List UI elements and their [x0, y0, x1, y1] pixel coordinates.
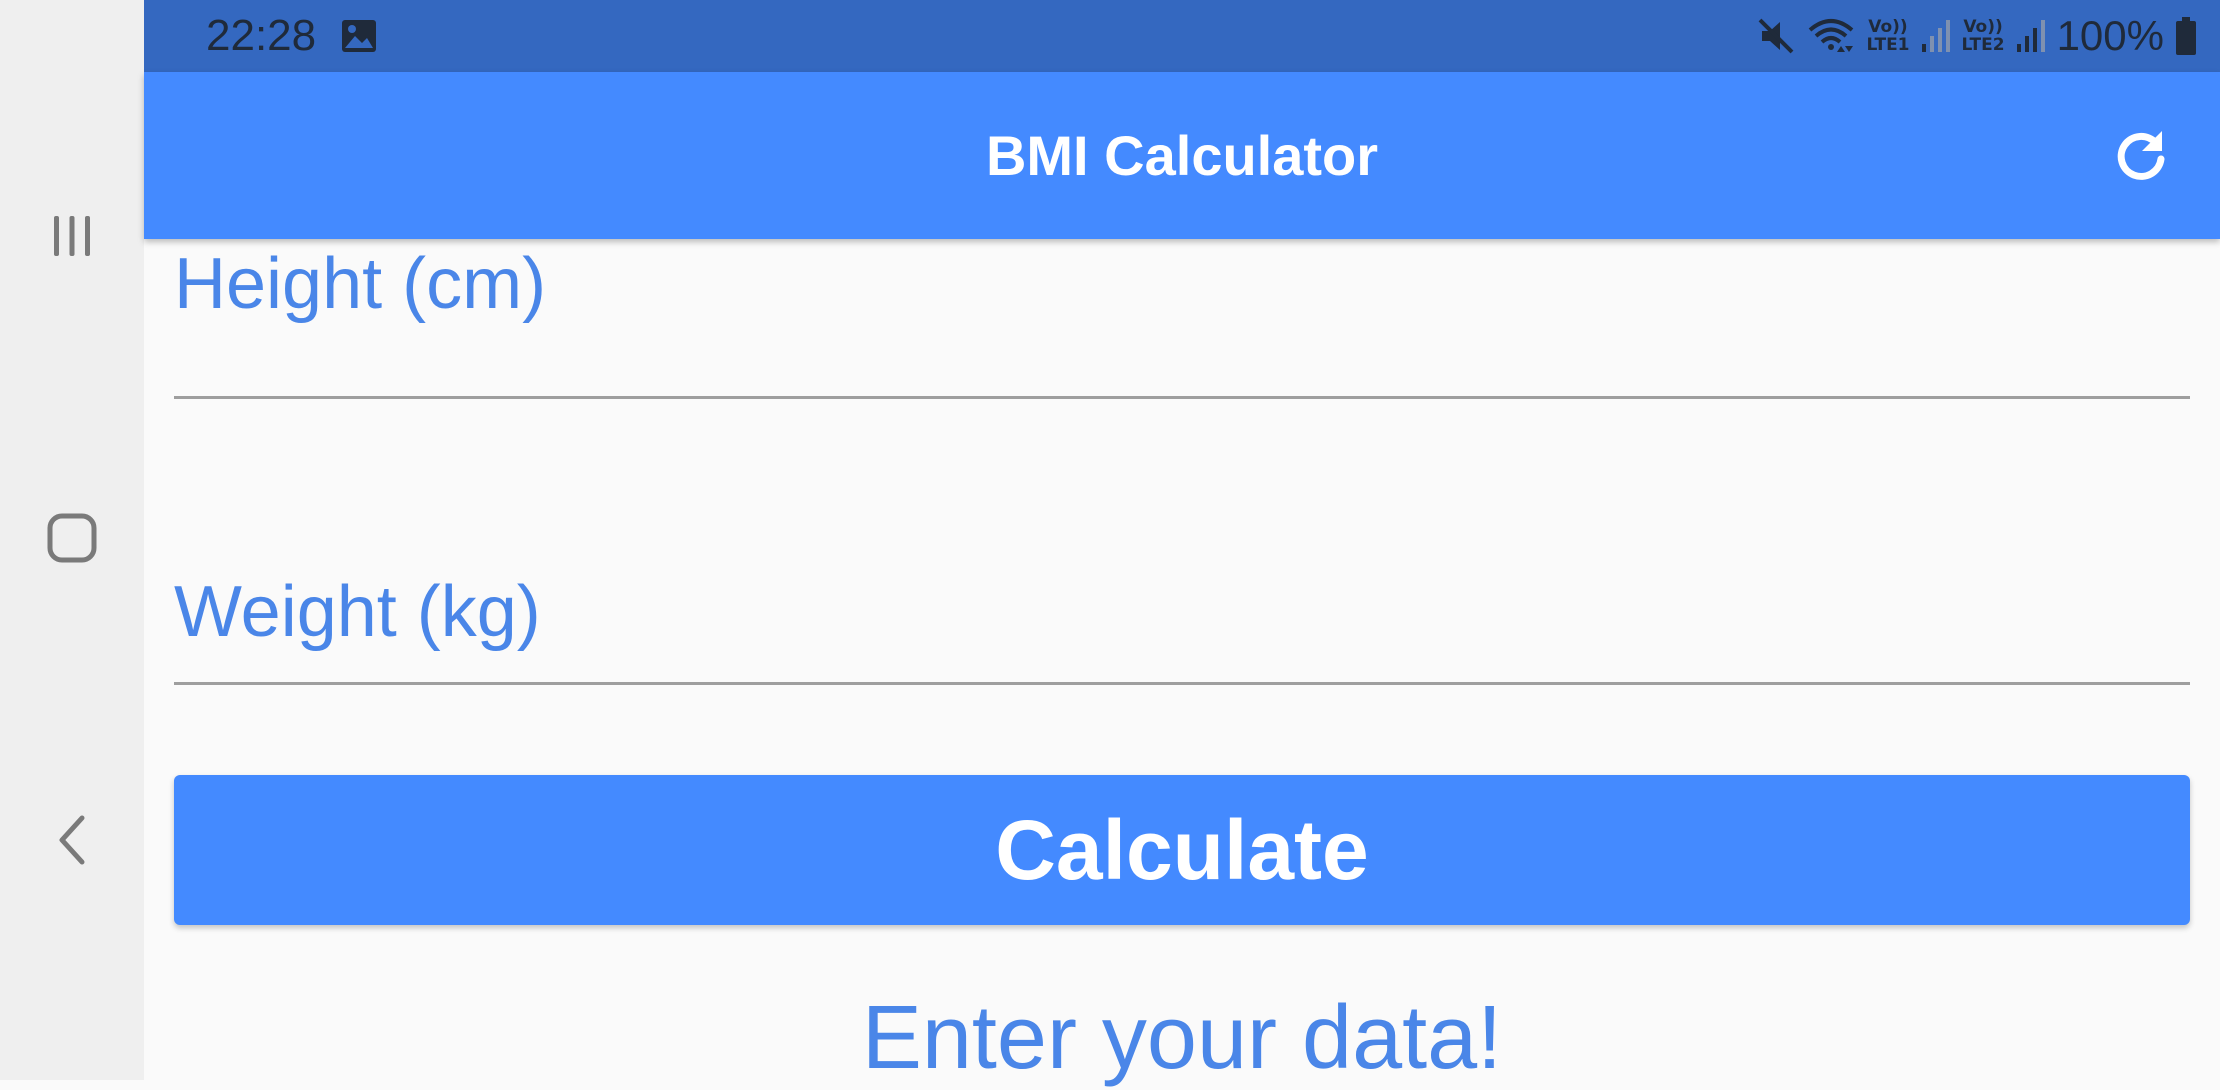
- home-button[interactable]: [0, 478, 144, 598]
- battery-icon: [2176, 17, 2196, 55]
- refresh-icon: [2117, 131, 2165, 180]
- height-label: Height (cm): [174, 244, 547, 324]
- home-icon: [47, 513, 97, 563]
- status-bar: 22:28 Vo)) LTE1 Vo)) LTE2 100%: [144, 0, 2220, 72]
- weight-label: Weight (kg): [174, 572, 541, 652]
- back-icon: [59, 815, 85, 865]
- height-field[interactable]: Height (cm): [174, 239, 2190, 399]
- calculate-button[interactable]: Calculate: [174, 775, 2190, 925]
- bmi-form: Height (cm) Weight (kg) Calculate Enter …: [144, 239, 2220, 1088]
- status-icons: Vo)) LTE1 Vo)) LTE2 100%: [1756, 0, 2198, 72]
- system-navigation-bar: [0, 0, 144, 1080]
- image-icon: [340, 18, 378, 59]
- status-time: 22:28: [206, 11, 317, 60]
- mute-icon: [1759, 18, 1794, 54]
- sim2-lte-label: LTE2: [1961, 35, 2005, 55]
- result-text: Enter your data!: [861, 988, 1503, 1088]
- app-title: BMI Calculator: [985, 124, 1379, 187]
- wifi-icon: [1809, 19, 1854, 52]
- sim2-indicator: Vo)) LTE2: [1962, 18, 2005, 54]
- weight-underline: [174, 682, 2190, 685]
- sim1-indicator: Vo)) LTE1: [1866, 18, 1909, 54]
- height-underline: [174, 396, 2190, 399]
- recents-icon: [54, 216, 90, 256]
- app-bar: BMI Calculator: [144, 72, 2220, 239]
- back-button[interactable]: [0, 780, 144, 900]
- sim2-volte-label: Vo)): [1963, 17, 2003, 37]
- sim1-lte-label: LTE1: [1866, 35, 1910, 55]
- signal-icon: [1921, 20, 1950, 52]
- sim1-volte-label: Vo)): [1868, 17, 1908, 37]
- recents-button[interactable]: [0, 176, 144, 296]
- battery-percentage: 100%: [2056, 12, 2164, 59]
- refresh-button[interactable]: [2112, 127, 2170, 185]
- signal-icon: [2016, 20, 2045, 52]
- weight-field[interactable]: Weight (kg): [174, 525, 2190, 685]
